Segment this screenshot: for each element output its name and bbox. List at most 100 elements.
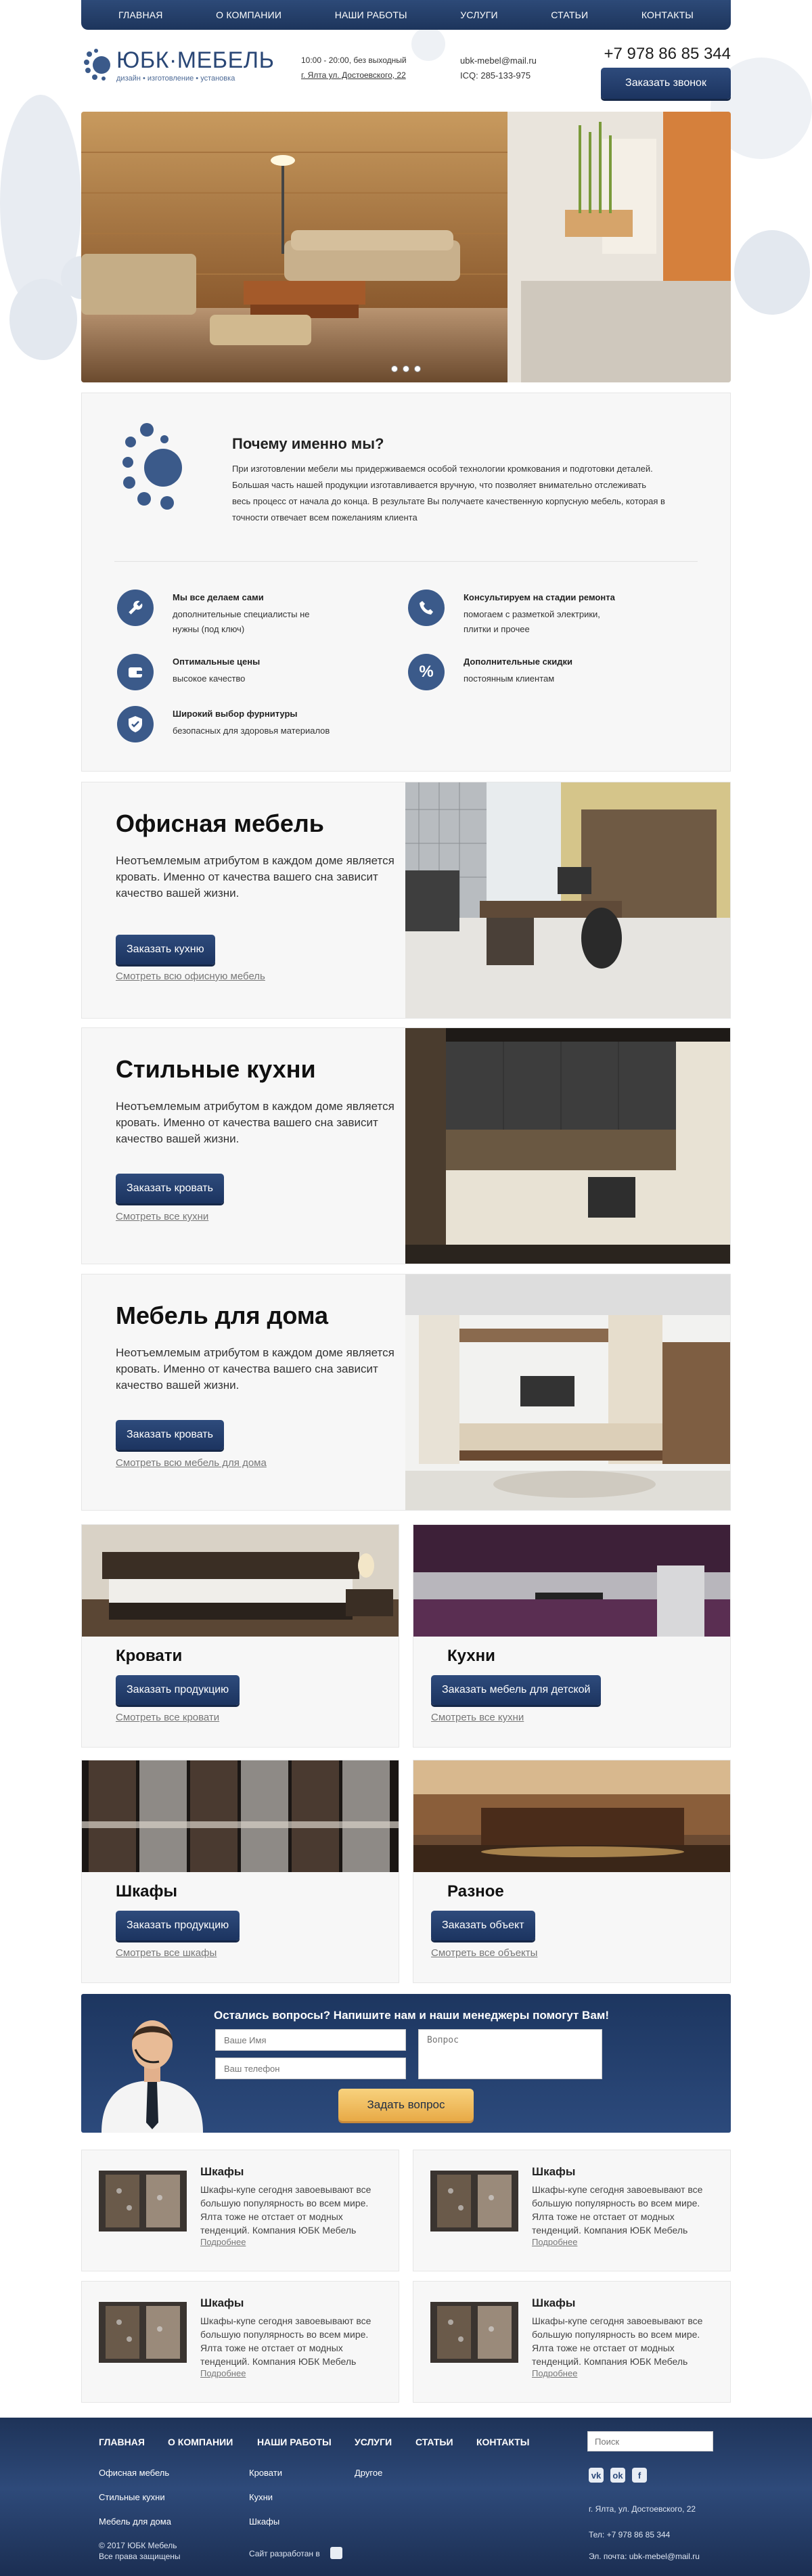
footer-link[interactable]: Мебель для дома	[99, 2516, 171, 2527]
footer-nav-contacts[interactable]: КОНТАКТЫ	[476, 2437, 529, 2447]
read-more-link[interactable]: Подробнее	[200, 2237, 246, 2247]
order-product-button[interactable]: Заказать продукцию	[116, 1675, 240, 1705]
footer-link[interactable]: Офисная мебель	[99, 2468, 169, 2478]
news-desc: Шкафы-купе сегодня завоевывают все больш…	[200, 2315, 371, 2367]
order-kitchen-button[interactable]: Заказать кухню	[116, 935, 215, 964]
manager-avatar	[102, 2020, 203, 2133]
phone-icon	[408, 590, 445, 626]
news-title[interactable]: Шкафы	[200, 2296, 244, 2310]
category-kitchens: Стильные кухни Неотъемлемым атрибутом в …	[81, 1027, 731, 1264]
copyright: © 2017 ЮБК Мебель	[99, 2541, 177, 2550]
footer-email: Эл. почта: ubk-mebel@mail.ru	[589, 2552, 700, 2561]
footer-nav-articles[interactable]: СТАТЬИ	[415, 2437, 453, 2447]
facebook-icon[interactable]: f	[632, 2468, 647, 2483]
news-thumbnail[interactable]	[430, 2171, 518, 2231]
feature-desc: постоянным клиентам	[464, 673, 555, 684]
nav-articles[interactable]: СТАТЬИ	[551, 9, 588, 20]
news-title[interactable]: Шкафы	[532, 2296, 575, 2310]
footer-nav-about[interactable]: О КОМПАНИИ	[168, 2437, 233, 2447]
vk-icon[interactable]: vk	[589, 2468, 604, 2483]
news-title[interactable]: Шкафы	[200, 2165, 244, 2179]
footer-link[interactable]: Шкафы	[249, 2516, 279, 2527]
feature-title: Консультируем на стадии ремонта	[464, 592, 615, 602]
news-title[interactable]: Шкафы	[532, 2165, 575, 2179]
feature-item: Оптимальные цены высокое качество	[117, 654, 374, 694]
hero-image	[81, 112, 731, 382]
order-bed-button[interactable]: Заказать кровать	[116, 1420, 224, 1450]
slider-dot[interactable]	[403, 365, 409, 372]
hero-slider[interactable]	[81, 112, 731, 382]
product-card: Шкафы Заказать продукцию Смотреть все шк…	[81, 1760, 399, 1983]
office-image	[405, 782, 730, 1018]
search-input[interactable]	[587, 2431, 713, 2451]
icq-text: ICQ: 285-133-975	[460, 70, 531, 81]
feature-title: Оптимальные цены	[173, 657, 261, 667]
card-title: Шкафы	[116, 1882, 177, 1901]
footer-link[interactable]: Другое	[355, 2468, 382, 2478]
footer-phone: Тел: +7 978 86 85 344	[589, 2530, 671, 2539]
view-all-link[interactable]: Смотреть все кровати	[116, 1712, 219, 1723]
address-link[interactable]: г. Ялта ул. Достоевского, 22	[301, 70, 406, 80]
feature-item: Консультируем на стадии ремонта помогаем…	[408, 590, 665, 634]
footer-link[interactable]: Стильные кухни	[99, 2492, 165, 2502]
rights-text: Все права защищены	[99, 2552, 181, 2561]
slider-dot[interactable]	[414, 365, 421, 372]
card-title: Кровати	[116, 1647, 183, 1665]
footer-nav-works[interactable]: НАШИ РАБОТЫ	[257, 2437, 332, 2447]
decor-dots-icon	[122, 423, 182, 510]
living-room-image	[405, 1274, 730, 1510]
wardrobes-image	[82, 1760, 399, 1872]
order-kids-furniture-button[interactable]: Заказать мебель для детской	[431, 1675, 602, 1705]
order-product-button[interactable]: Заказать продукцию	[116, 1911, 240, 1940]
read-more-link[interactable]: Подробнее	[200, 2368, 246, 2378]
footer-nav-services[interactable]: УСЛУГИ	[355, 2437, 392, 2447]
site-footer: ГЛАВНАЯ О КОМПАНИИ НАШИ РАБОТЫ УСЛУГИ СТ…	[0, 2418, 812, 2576]
view-all-link[interactable]: Смотреть все шкафы	[116, 1947, 217, 1959]
feature-desc: дополнительные специалисты не нужны (под…	[173, 609, 310, 634]
wrench-icon	[117, 590, 154, 626]
footer-nav-home[interactable]: ГЛАВНАЯ	[99, 2437, 145, 2447]
footer-link[interactable]: Кровати	[249, 2468, 282, 2478]
nav-contacts[interactable]: КОНТАКТЫ	[641, 9, 694, 20]
slider-dot[interactable]	[391, 365, 398, 372]
phone-input[interactable]	[215, 2058, 406, 2079]
nav-home[interactable]: ГЛАВНАЯ	[118, 9, 163, 20]
product-card: Кухни Заказать мебель для детской Смотре…	[413, 1524, 731, 1748]
view-all-link[interactable]: Смотреть все объекты	[431, 1947, 537, 1959]
ask-question-button[interactable]: Задать вопрос	[338, 2089, 474, 2121]
view-all-link[interactable]: Смотреть все кухни	[431, 1712, 524, 1723]
order-call-button[interactable]: Заказать звонок	[601, 68, 731, 99]
card-title: Разное	[447, 1882, 504, 1901]
feature-item: Широкий выбор фурнитуры безопасных для з…	[117, 706, 374, 747]
product-card: Разное Заказать объект Смотреть все объе…	[413, 1760, 731, 1983]
footer-link[interactable]: Кухни	[249, 2492, 273, 2502]
news-thumbnail[interactable]	[430, 2302, 518, 2363]
feature-desc: высокое качество	[173, 673, 246, 684]
beds-image	[82, 1525, 399, 1637]
category-text: Неотъемлемым атрибутом в каждом доме явл…	[116, 854, 394, 900]
developer-logo-icon[interactable]	[330, 2547, 342, 2559]
view-all-link[interactable]: Смотреть всю мебель для дома	[116, 1457, 267, 1469]
read-more-link[interactable]: Подробнее	[532, 2368, 577, 2378]
nav-services[interactable]: УСЛУГИ	[460, 9, 497, 20]
question-input[interactable]	[418, 2029, 602, 2079]
nav-about[interactable]: О КОМПАНИИ	[216, 9, 281, 20]
logo-title[interactable]: ЮБК·МЕБЕЛЬ	[116, 47, 274, 74]
feature-desc: безопасных для здоровья материалов	[173, 726, 330, 736]
nav-works[interactable]: НАШИ РАБОТЫ	[335, 9, 407, 20]
ok-icon[interactable]: ok	[610, 2468, 625, 2483]
phone-number[interactable]: +7 978 86 85 344	[604, 45, 731, 64]
order-bed-button[interactable]: Заказать кровать	[116, 1174, 224, 1203]
read-more-link[interactable]: Подробнее	[532, 2237, 577, 2247]
bg-circle	[734, 230, 810, 315]
email-text[interactable]: ubk-mebel@mail.ru	[460, 55, 537, 66]
news-thumbnail[interactable]	[99, 2302, 187, 2363]
order-object-button[interactable]: Заказать объект	[431, 1911, 535, 1940]
percent-icon: %	[408, 654, 445, 690]
news-thumbnail[interactable]	[99, 2171, 187, 2231]
view-all-link[interactable]: Смотреть всю офисную мебель	[116, 971, 265, 982]
name-input[interactable]	[215, 2029, 406, 2051]
work-hours: 10:00 - 20:00, без выходный	[301, 55, 407, 65]
why-us-section: Почему именно мы? При изготовлении мебел…	[81, 393, 731, 772]
view-all-link[interactable]: Смотреть все кухни	[116, 1211, 208, 1222]
